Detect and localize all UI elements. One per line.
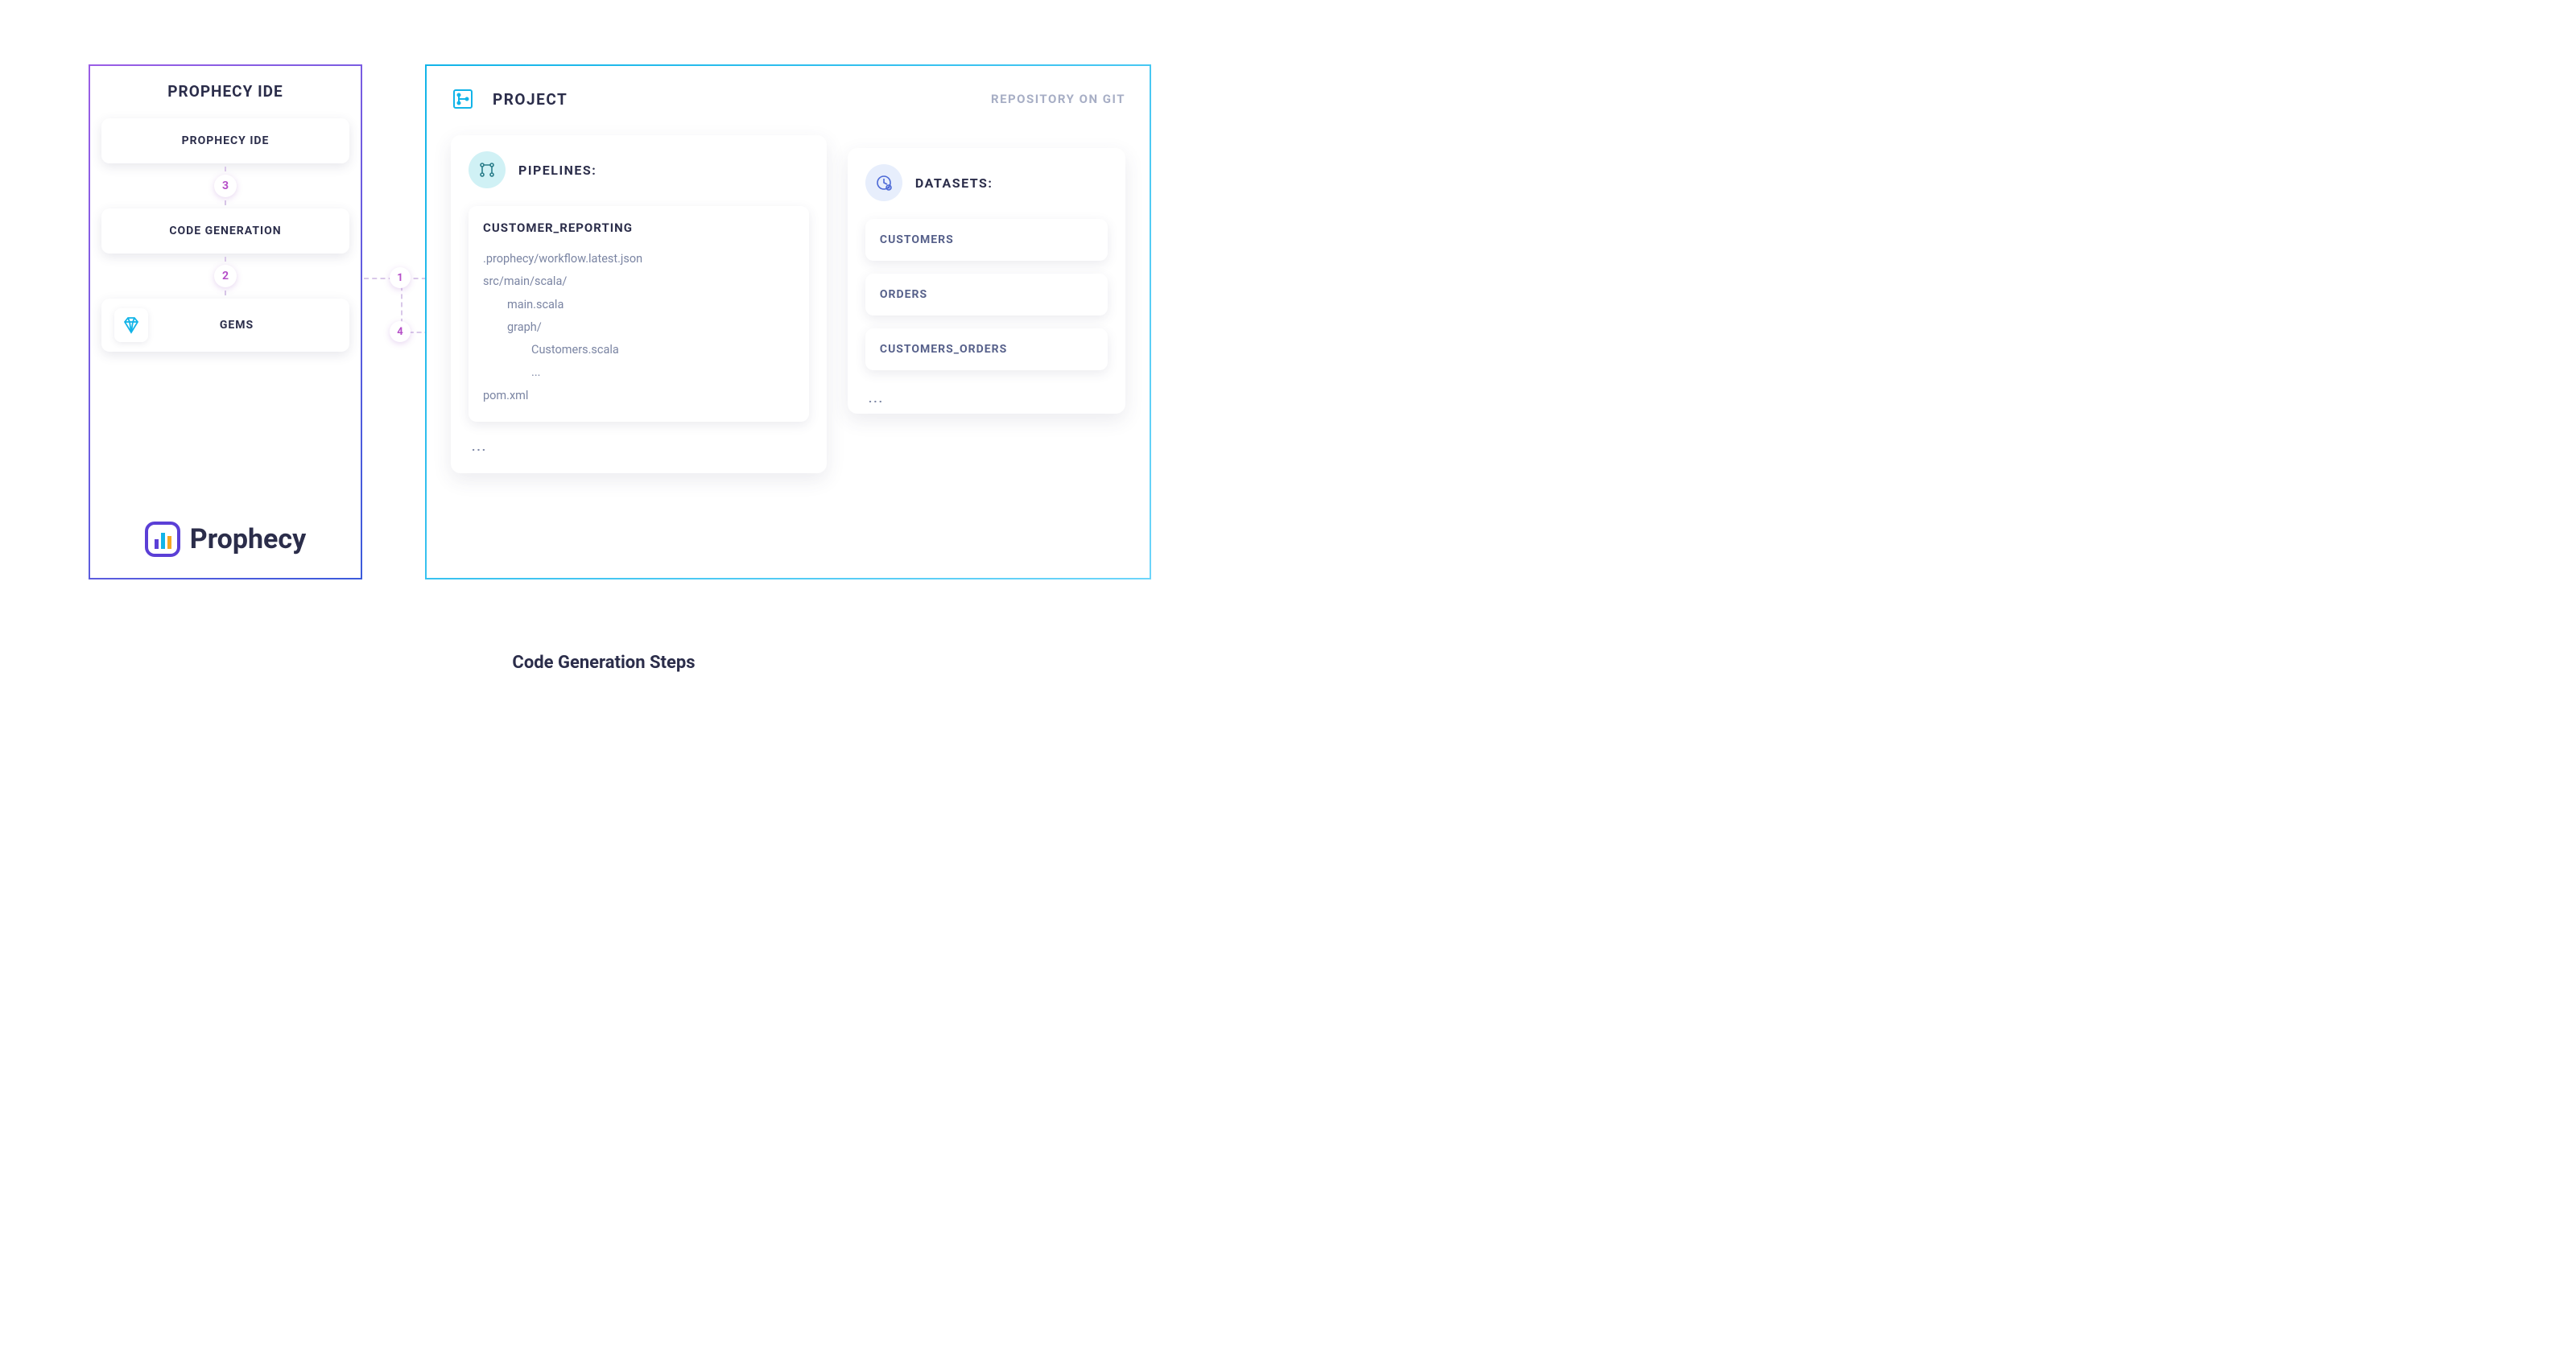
ide-connector-2: 2 <box>101 254 349 299</box>
datasets-title: DATASETS: <box>915 175 993 191</box>
pipelines-column: PIPELINES: CUSTOMER_REPORTING .prophecy/… <box>451 135 827 473</box>
project-title: PROJECT <box>493 90 991 109</box>
pipelines-more: ... <box>469 431 809 457</box>
tree-main-scala: main.scala <box>483 294 795 316</box>
ide-panel-title: PROPHECY IDE <box>101 82 349 101</box>
project-body: PIPELINES: CUSTOMER_REPORTING .prophecy/… <box>451 135 1125 473</box>
dataset-customers: CUSTOMERS <box>865 219 1108 261</box>
diamond-icon <box>114 308 148 342</box>
datasets-column: DATASETS: CUSTOMERS ORDERS CUSTOMERS_ORD… <box>848 135 1125 473</box>
datasets-card: DATASETS: CUSTOMERS ORDERS CUSTOMERS_ORD… <box>848 148 1125 414</box>
connector-4-badge: 4 <box>390 321 411 342</box>
ide-card-prophecy-ide: PROPHECY IDE <box>101 118 349 163</box>
diagram-container: 1 4 PROPHECY IDE PROPHECY IDE 3 CODE GEN… <box>32 32 1175 652</box>
pipelines-card: PIPELINES: CUSTOMER_REPORTING .prophecy/… <box>451 135 827 473</box>
datasets-more: ... <box>865 383 1108 409</box>
badge-2: 2 <box>214 265 237 287</box>
pipeline-item-title: CUSTOMER_REPORTING <box>483 221 795 235</box>
project-header: PROJECT REPOSITORY ON GIT <box>451 87 1125 111</box>
prophecy-logo-icon <box>145 522 180 557</box>
gems-label: GEMS <box>171 319 303 332</box>
panel-prophecy-ide: PROPHECY IDE PROPHECY IDE 3 CODE GENERAT… <box>89 64 362 579</box>
datasets-icon <box>865 164 902 201</box>
pipelines-title: PIPELINES: <box>518 163 597 178</box>
prophecy-logo: Prophecy <box>90 522 361 557</box>
panel-project: PROJECT REPOSITORY ON GIT PIPELINES: <box>425 64 1151 579</box>
diagram-caption: Code Generation Steps <box>32 653 1175 673</box>
tree-pom-xml: pom.xml <box>483 385 795 407</box>
tree-workflow-json: .prophecy/workflow.latest.json <box>483 248 795 270</box>
ide-card-gems: GEMS <box>101 299 349 352</box>
pipelines-icon <box>469 151 506 188</box>
connector-1-badge: 1 <box>390 267 411 288</box>
tree-src-main-scala: src/main/scala/ <box>483 270 795 293</box>
ide-card-code-generation: CODE GENERATION <box>101 208 349 254</box>
pipeline-item-card: CUSTOMER_REPORTING .prophecy/workflow.la… <box>469 206 809 422</box>
tree-ellipsis-inner: ... <box>483 361 795 384</box>
tree-customers-scala: Customers.scala <box>483 339 795 361</box>
repository-label: REPOSITORY ON GIT <box>991 92 1125 106</box>
dataset-customers-orders: CUSTOMERS_ORDERS <box>865 328 1108 370</box>
prophecy-logo-text: Prophecy <box>190 523 306 555</box>
dataset-orders: ORDERS <box>865 274 1108 315</box>
ide-connector-3: 3 <box>101 163 349 208</box>
tree-graph-dir: graph/ <box>483 316 795 339</box>
blueprint-icon <box>451 87 475 111</box>
badge-3: 3 <box>214 175 237 197</box>
